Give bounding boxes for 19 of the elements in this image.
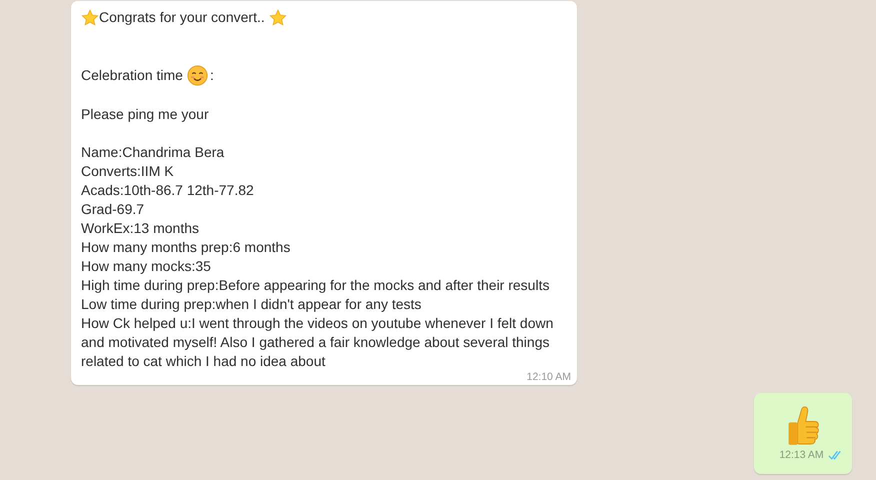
- message-text: Grad-69.7: [81, 200, 146, 219]
- smiley-icon: [186, 65, 208, 86]
- message-text: Name:Chandrima Bera: [81, 143, 226, 162]
- message-text: :: [210, 66, 214, 85]
- message-time: 12:10 AM: [526, 371, 571, 383]
- message-text: Please ping me your: [81, 105, 210, 124]
- star-icon: [268, 8, 287, 26]
- message-text: Low time during prep:when I didn't appear for any tests: [81, 295, 422, 314]
- message-text: How many months prep:6 months: [81, 238, 292, 257]
- message-text: High time during prep:Before appearing for the mocks and after their results: [81, 276, 550, 295]
- message-text: WorkEx:13 months: [81, 219, 200, 238]
- message-text: How many mocks:35: [81, 257, 212, 276]
- message-text: Acads:10th-86.7 12th-77.82: [81, 181, 255, 200]
- message-text: How Ck helped u:I went through the videos on youtube whenever I felt down and motivated myself! Also I gathered a fair knowledge about several things related to cat which I had no idea about: [81, 314, 554, 371]
- message-text: Celebration time: [81, 66, 183, 85]
- message-text: Congrats for your convert..: [99, 8, 265, 27]
- message-time: 12:13 AM: [779, 449, 824, 461]
- star-icon: [81, 8, 99, 26]
- message-text: Converts:IIM K: [81, 162, 175, 181]
